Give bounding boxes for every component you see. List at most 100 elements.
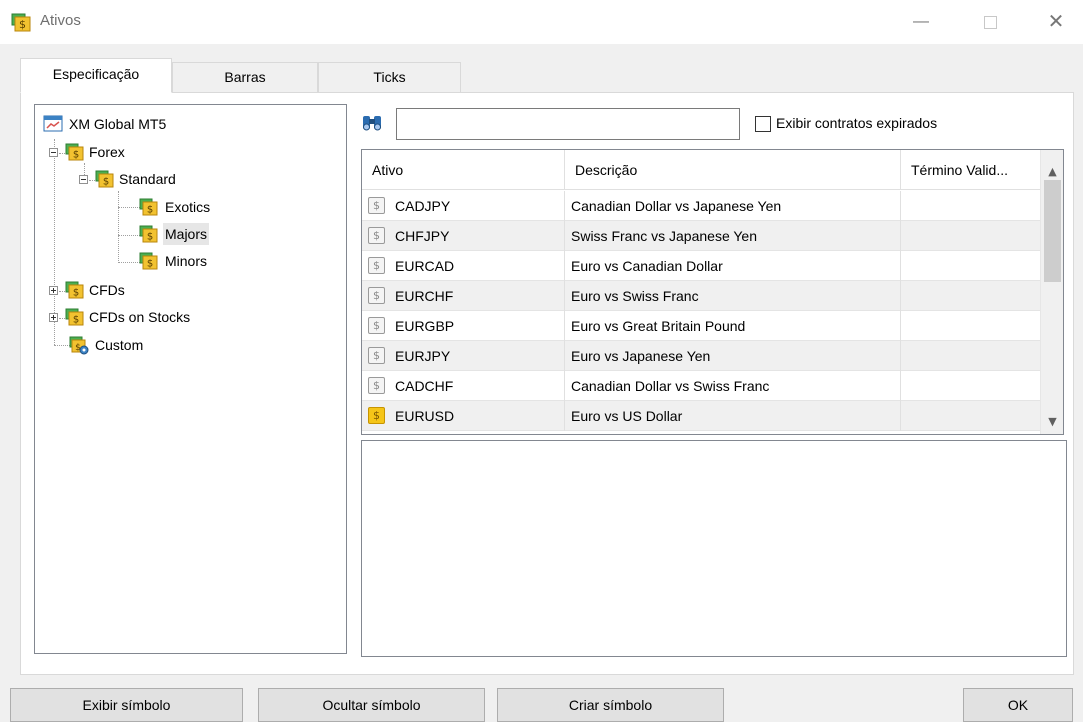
cell-expiry	[901, 251, 1040, 281]
column-header-expiry[interactable]: Término Valid...	[901, 150, 1040, 190]
specification-details-panel	[361, 440, 1067, 657]
cell-description: Canadian Dollar vs Japanese Yen	[565, 191, 901, 221]
svg-text:$: $	[19, 18, 26, 31]
folder-icon: $	[65, 280, 85, 300]
cell-description: Euro vs Great Britain Pound	[565, 311, 901, 341]
close-button[interactable]: ✕	[1040, 8, 1072, 36]
expand-toggle[interactable]	[49, 313, 58, 322]
cell-expiry	[901, 401, 1040, 431]
table-row[interactable]: $ CADJPY Canadian Dollar vs Japanese Yen	[362, 191, 1040, 221]
cell-symbol: $ CADJPY	[362, 191, 565, 221]
show-symbol-button[interactable]: Exibir símbolo	[10, 688, 243, 722]
svg-text:$: $	[147, 205, 153, 216]
cell-symbol: $ EURCHF	[362, 281, 565, 311]
svg-text:$: $	[73, 315, 79, 326]
cell-expiry	[901, 341, 1040, 371]
symbol-icon: $	[368, 317, 385, 334]
cell-description: Euro vs Swiss Franc	[565, 281, 901, 311]
hide-symbol-button[interactable]: Ocultar símbolo	[258, 688, 485, 722]
column-header-descricao[interactable]: Descrição	[565, 150, 901, 190]
folder-icon: $	[139, 197, 159, 217]
cell-symbol: $ EURUSD	[362, 401, 565, 431]
symbol-icon: $	[368, 377, 385, 394]
cell-description: Canadian Dollar vs Swiss Franc	[565, 371, 901, 401]
folder-icon: $	[65, 307, 85, 327]
table-row[interactable]: $ EURCHF Euro vs Swiss Franc	[362, 281, 1040, 311]
cell-expiry	[901, 311, 1040, 341]
tree-node-label: Forex	[89, 144, 125, 160]
collapse-toggle[interactable]	[49, 148, 58, 157]
symbol-icon: $	[368, 227, 385, 244]
symbol-name: EURJPY	[395, 348, 451, 364]
scroll-down-arrow-icon[interactable]: ▼	[1041, 412, 1063, 432]
table-row[interactable]: $ EURGBP Euro vs Great Britain Pound	[362, 311, 1040, 341]
minimize-button[interactable]: —	[905, 8, 937, 36]
vertical-scrollbar[interactable]: ▲ ▼	[1040, 150, 1063, 434]
cell-description: Euro vs US Dollar	[565, 401, 901, 431]
tree-node-label: CFDs on Stocks	[89, 309, 191, 325]
custom-folder-icon: $	[69, 335, 89, 355]
symbol-icon: $	[368, 257, 385, 274]
folder-icon: $	[139, 251, 159, 271]
tree-node-label: Majors	[163, 223, 210, 245]
symbol-name: EURCAD	[395, 258, 455, 274]
collapse-toggle[interactable]	[79, 175, 88, 184]
symbol-icon: $	[368, 287, 385, 304]
tree-node-label: Exotics	[165, 199, 211, 215]
maximize-button[interactable]	[974, 8, 1006, 36]
window-title: Ativos	[40, 12, 81, 29]
symbol-search-input[interactable]	[396, 108, 740, 140]
symbol-name: EURGBP	[395, 318, 455, 334]
folder-icon: $	[95, 169, 115, 189]
table-header: Ativo Descrição Término Valid...	[362, 150, 1040, 190]
table-row[interactable]: $ CADCHF Canadian Dollar vs Swiss Franc	[362, 371, 1040, 401]
table-row[interactable]: $ CHFJPY Swiss Franc vs Japanese Yen	[362, 221, 1040, 251]
symbol-name: CADCHF	[395, 378, 454, 394]
folder-icon: $	[65, 142, 85, 162]
assets-folder-icon: $	[11, 11, 33, 33]
tree-node-label: Minors	[165, 253, 208, 269]
cell-description: Euro vs Canadian Dollar	[565, 251, 901, 281]
scroll-up-arrow-icon[interactable]: ▲	[1041, 162, 1063, 182]
create-symbol-button[interactable]: Criar símbolo	[497, 688, 724, 722]
cell-expiry	[901, 221, 1040, 251]
cell-symbol: $ CHFJPY	[362, 221, 565, 251]
svg-text:$: $	[147, 259, 153, 270]
tab-barras[interactable]: Barras	[172, 62, 318, 92]
symbols-table[interactable]: Ativo Descrição Término Valid... $ CADJPY…	[361, 149, 1064, 435]
tree-node-label: Custom	[95, 337, 144, 353]
ok-button[interactable]: OK	[963, 688, 1073, 722]
symbol-icon: $	[368, 347, 385, 364]
tree-node-label: CFDs	[89, 282, 125, 298]
cell-symbol: $ EURCAD	[362, 251, 565, 281]
svg-text:$: $	[73, 288, 79, 299]
expand-toggle[interactable]	[49, 286, 58, 295]
symbol-name: EURCHF	[395, 288, 454, 304]
tab-especificacao[interactable]: Especificação	[20, 58, 172, 93]
binoculars-icon[interactable]	[361, 112, 383, 134]
scrollbar-thumb[interactable]	[1044, 180, 1061, 282]
symbol-tree[interactable]: XM Global MT5 $ Forex $ Standard $ Exoti…	[34, 104, 347, 654]
svg-text:$: $	[147, 232, 153, 243]
cell-symbol: $ CADCHF	[362, 371, 565, 401]
symbol-icon: $	[368, 197, 385, 214]
tree-node-label: XM Global MT5	[69, 116, 167, 132]
symbol-name: CHFJPY	[395, 228, 450, 244]
table-row[interactable]: $ EURJPY Euro vs Japanese Yen	[362, 341, 1040, 371]
tree-node-label: Standard	[119, 171, 176, 187]
cell-symbol: $ EURJPY	[362, 341, 565, 371]
terminal-icon	[43, 114, 63, 134]
show-expired-checkbox[interactable]	[755, 116, 771, 132]
show-expired-label: Exibir contratos expirados	[776, 115, 938, 131]
column-header-ativo[interactable]: Ativo	[362, 150, 565, 190]
cell-expiry	[901, 281, 1040, 311]
symbol-name: EURUSD	[395, 408, 455, 424]
cell-symbol: $ EURGBP	[362, 311, 565, 341]
active-symbol-icon: $	[368, 407, 385, 424]
cell-description: Swiss Franc vs Japanese Yen	[565, 221, 901, 251]
svg-text:$: $	[73, 150, 79, 161]
cell-description: Euro vs Japanese Yen	[565, 341, 901, 371]
table-row[interactable]: $ EURUSD Euro vs US Dollar	[362, 401, 1040, 431]
table-row[interactable]: $ EURCAD Euro vs Canadian Dollar	[362, 251, 1040, 281]
tab-ticks[interactable]: Ticks	[318, 62, 461, 92]
